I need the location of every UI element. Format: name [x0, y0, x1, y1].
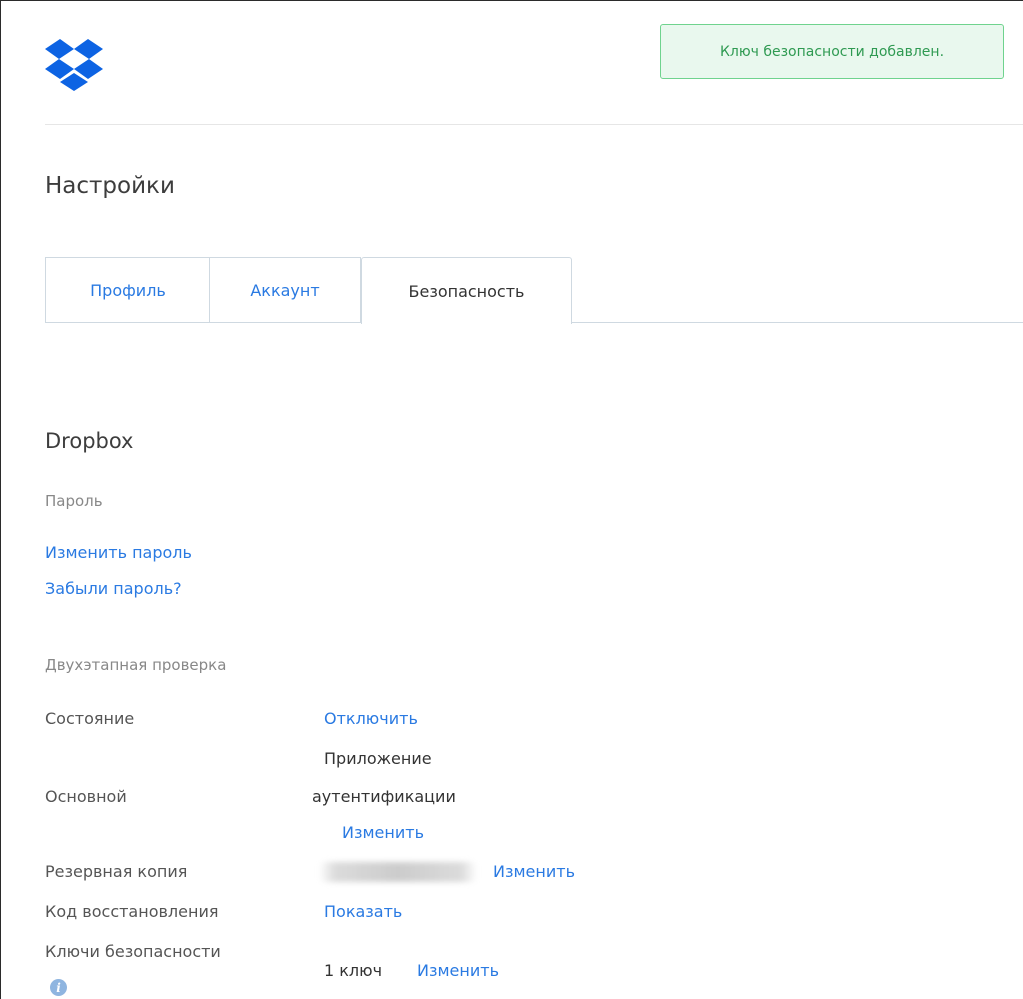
backup-label: Резервная копия	[45, 862, 188, 881]
status-label: Состояние	[45, 709, 135, 728]
primary-label: Основной	[45, 787, 127, 806]
page-title: Настройки	[45, 173, 175, 199]
tab-profile[interactable]: Профиль	[45, 257, 210, 322]
header-divider	[45, 124, 1023, 125]
tab-account-label: Аккаунт	[250, 280, 320, 300]
security-keys-label: Ключи безопасности	[45, 942, 221, 961]
info-icon[interactable]: i	[50, 979, 67, 996]
change-password-link[interactable]: Изменить пароль	[45, 543, 192, 562]
tab-profile-label: Профиль	[90, 280, 166, 300]
tab-security[interactable]: Безопасность	[361, 257, 572, 324]
page-frame: Ключ безопасности добавлен. Настройки Пр…	[0, 0, 1023, 999]
security-keys-count: 1 ключ	[324, 961, 383, 980]
recovery-code-label: Код восстановления	[45, 902, 219, 921]
show-recovery-code-link[interactable]: Показать	[324, 902, 402, 921]
tab-security-label: Безопасность	[408, 281, 525, 301]
section-title: Dropbox	[45, 429, 134, 453]
change-backup-link[interactable]: Изменить	[493, 862, 575, 881]
backup-phone-redacted	[319, 862, 477, 882]
forgot-password-link[interactable]: Забыли пароль?	[45, 579, 182, 598]
toast-message: Ключ безопасности добавлен.	[719, 43, 945, 60]
success-toast: Ключ безопасности добавлен.	[660, 24, 1004, 79]
two-step-heading: Двухэтапная проверка	[45, 656, 227, 674]
dropbox-logo-icon[interactable]	[45, 39, 103, 93]
primary-method-line2: аутентификации	[312, 787, 456, 806]
tab-account[interactable]: Аккаунт	[209, 257, 361, 322]
change-primary-link[interactable]: Изменить	[342, 823, 424, 842]
change-security-keys-link[interactable]: Изменить	[417, 961, 499, 980]
disable-two-step-link[interactable]: Отключить	[324, 709, 418, 728]
password-heading: Пароль	[45, 492, 103, 510]
primary-method-line1: Приложение	[324, 749, 432, 768]
